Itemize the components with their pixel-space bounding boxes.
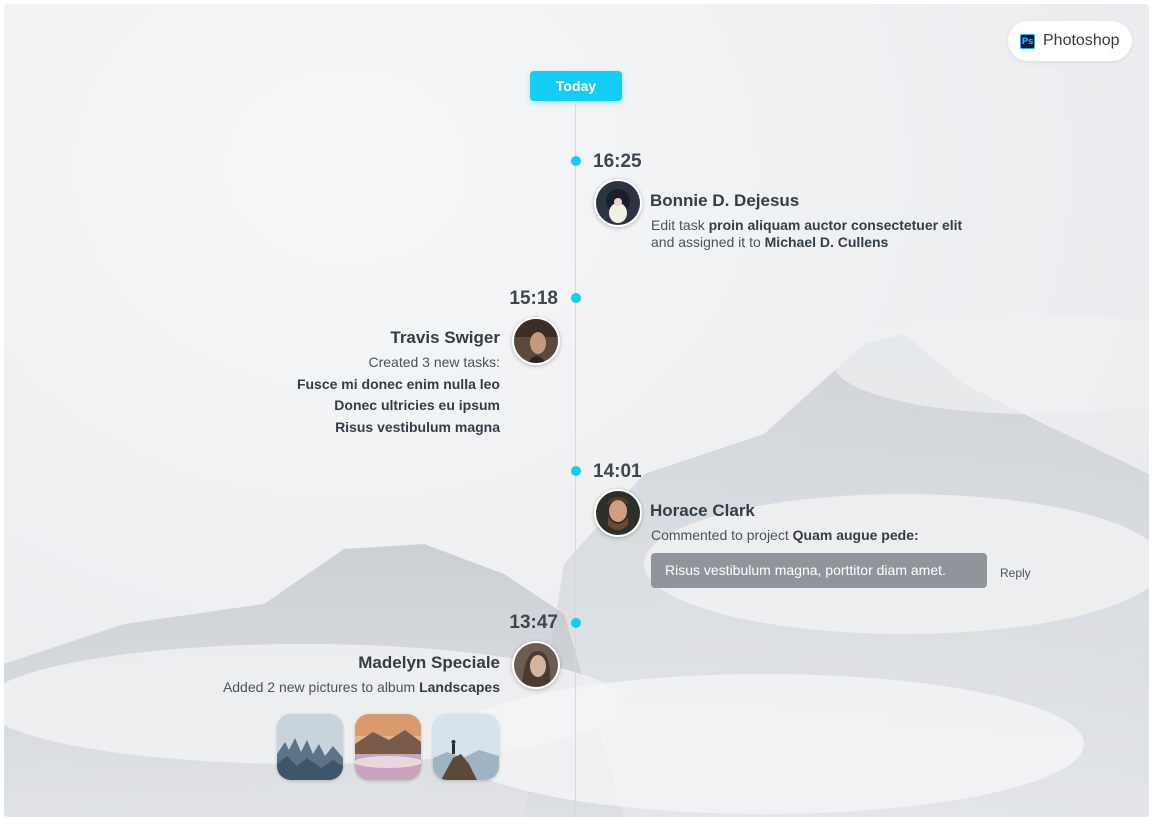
event-user-name: Horace Clark [650, 501, 755, 520]
timeline-dot [571, 156, 581, 166]
timeline-panel: Ps Photoshop Today 16:25 Bonnie D. Dejes… [4, 4, 1149, 817]
photoshop-label: Photoshop [1043, 32, 1120, 49]
event-description: Edit task proin aliquam auctor consectet… [651, 217, 963, 233]
photoshop-icon: Ps [1020, 33, 1035, 49]
reply-link[interactable]: Reply [1000, 566, 1031, 580]
mountain-background [4, 314, 1149, 817]
event-user-name: Bonnie D. Dejesus [650, 191, 800, 210]
task-link[interactable]: proin aliquam auctor consectetuer elit [709, 217, 963, 233]
timeline-dot [571, 293, 581, 303]
event-time: 14:01 [593, 461, 642, 482]
task-link[interactable]: Fusce mi donec enim nulla leo [297, 376, 500, 392]
album-photo-thumbnail[interactable] [433, 714, 499, 780]
avatar[interactable] [594, 489, 642, 537]
task-link[interactable]: Donec ultricies eu ipsum [334, 397, 500, 413]
event-time: 15:18 [509, 288, 558, 309]
event-user-name: Madelyn Speciale [358, 653, 500, 672]
today-button[interactable]: Today [530, 71, 622, 101]
event-time: 13:47 [509, 612, 558, 633]
photoshop-badge[interactable]: Ps Photoshop [1008, 21, 1132, 61]
album-link[interactable]: Landscapes [419, 679, 500, 695]
event-time: 16:25 [593, 151, 642, 172]
event-user-name: Travis Swiger [390, 328, 500, 347]
event-description: Added 2 new pictures to album Landscapes [222, 679, 500, 695]
project-link[interactable]: Quam augue pede: [793, 527, 919, 543]
event-description: and assigned it to Michael D. Cullens [651, 234, 889, 250]
timeline-dot [571, 466, 581, 476]
timeline-dot [571, 618, 581, 628]
avatar[interactable] [594, 179, 642, 227]
assignee-link[interactable]: Michael D. Cullens [765, 234, 889, 250]
album-photo-thumbnail[interactable] [277, 714, 343, 780]
avatar[interactable] [512, 317, 560, 365]
event-description: Created 3 new tasks: [368, 354, 500, 370]
comment-text: Risus vestibulum magna, porttitor diam a… [651, 553, 987, 588]
album-photo-thumbnail[interactable] [355, 714, 421, 780]
timeline-axis [575, 101, 576, 817]
event-description: Commented to project Quam augue pede: [651, 527, 919, 543]
avatar[interactable] [512, 641, 560, 689]
task-link[interactable]: Risus vestibulum magna [335, 419, 500, 435]
